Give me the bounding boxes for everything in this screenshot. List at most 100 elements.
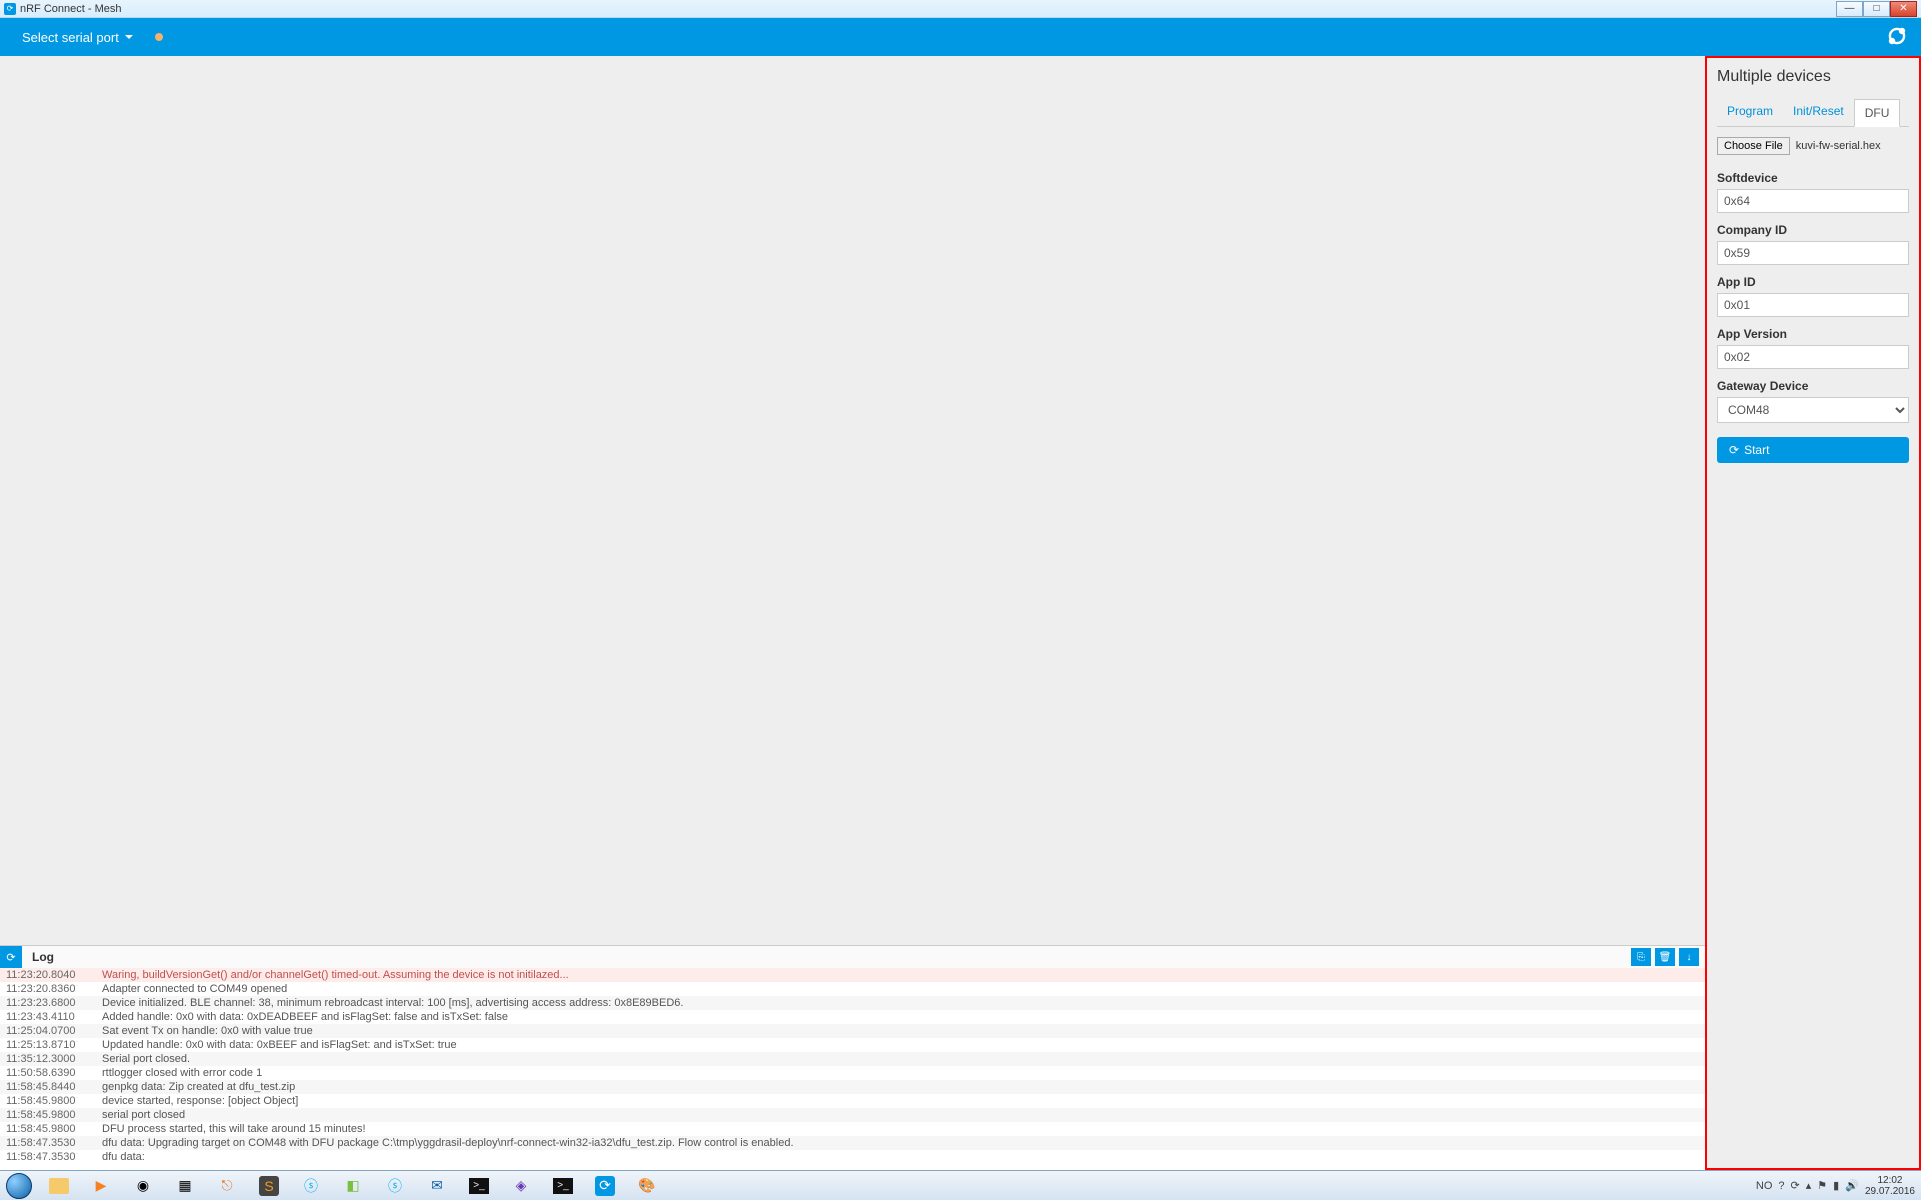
main-canvas[interactable]: [0, 56, 1705, 945]
tab-dfu[interactable]: DFU: [1854, 99, 1901, 127]
taskbar-app-a[interactable]: ⎋: [207, 1172, 247, 1200]
taskbar-terminal-b[interactable]: >_: [543, 1172, 583, 1200]
window-maximize-button[interactable]: □: [1863, 1, 1890, 17]
network-icon[interactable]: ▮: [1833, 1179, 1839, 1192]
taskbar-apps[interactable]: ▦: [165, 1172, 205, 1200]
log-timestamp: 11:50:58.6390: [6, 1067, 102, 1079]
tab-init-reset[interactable]: Init/Reset: [1783, 98, 1854, 126]
window-titlebar: ⟳ nRF Connect - Mesh — □ ✕: [0, 0, 1921, 18]
log-message: genpkg data: Zip created at dfu_test.zip: [102, 1081, 1699, 1093]
log-row: 11:58:47.3530dfu data:: [0, 1150, 1705, 1164]
system-tray: NO ? ⟳ ▴ ⚑ ▮ 🔊 12:02 29.07.2016: [1750, 1171, 1921, 1200]
log-row: 11:23:20.8360Adapter connected to COM49 …: [0, 982, 1705, 996]
log-timestamp: 11:58:45.9800: [6, 1109, 102, 1121]
log-row: 11:35:12.3000Serial port closed.: [0, 1052, 1705, 1066]
log-timestamp: 11:23:20.8360: [6, 983, 102, 995]
log-message: rttlogger closed with error code 1: [102, 1067, 1699, 1079]
taskbar-app-b[interactable]: ◧: [333, 1172, 373, 1200]
taskbar-media-player[interactable]: ▶: [81, 1172, 121, 1200]
flag-icon[interactable]: ⚑: [1817, 1179, 1827, 1192]
log-timestamp: 11:58:45.8440: [6, 1081, 102, 1093]
log-message: DFU process started, this will take arou…: [102, 1123, 1699, 1135]
log-timestamp: 11:23:23.6800: [6, 997, 102, 1009]
app-id-input[interactable]: [1717, 293, 1909, 317]
help-icon[interactable]: ?: [1778, 1180, 1784, 1192]
arrow-down-icon: ↓: [1687, 952, 1692, 963]
app-version-input[interactable]: [1717, 345, 1909, 369]
log-clear-button[interactable]: 🗑: [1655, 948, 1675, 966]
log-scroll-down-button[interactable]: ↓: [1679, 948, 1699, 966]
log-message: Waring, buildVersionGet() and/or channel…: [102, 969, 1699, 981]
taskbar: ▶ ◉ ▦ ⎋ S ⓢ ◧ ⓢ ✉ >_ ◈ >_ ⟳ 🎨 NO ? ⟳ ▴ ⚑…: [0, 1170, 1921, 1200]
chevron-down-icon: [125, 35, 133, 39]
start-button[interactable]: [0, 1171, 38, 1201]
lang-indicator[interactable]: NO: [1756, 1180, 1773, 1192]
taskbar-clock[interactable]: 12:02 29.07.2016: [1865, 1175, 1915, 1197]
trash-icon: 🗑: [1659, 952, 1672, 963]
log-copy-button[interactable]: ⎘: [1631, 948, 1651, 966]
log-timestamp: 11:35:12.3000: [6, 1053, 102, 1065]
taskbar-skype-business[interactable]: ⓢ: [375, 1172, 415, 1200]
log-row: 11:23:23.6800Device initialized. BLE cha…: [0, 996, 1705, 1010]
app-id-label: App ID: [1717, 275, 1909, 289]
right-panel: Multiple devices Program Init/Reset DFU …: [1705, 56, 1921, 1170]
taskbar-explorer[interactable]: [39, 1172, 79, 1200]
volume-icon[interactable]: 🔊: [1845, 1179, 1859, 1192]
window-close-button[interactable]: ✕: [1890, 1, 1917, 17]
paint-icon: 🎨: [636, 1175, 658, 1197]
log-message: device started, response: [object Object…: [102, 1095, 1699, 1107]
start-button-label: Start: [1744, 443, 1769, 457]
window-title: nRF Connect - Mesh: [20, 3, 121, 15]
log-timestamp: 11:58:45.9800: [6, 1095, 102, 1107]
log-row: 11:23:43.4110Added handle: 0x0 with data…: [0, 1010, 1705, 1024]
log-body[interactable]: 11:23:20.8040Waring, buildVersionGet() a…: [0, 968, 1705, 1170]
log-timestamp: 11:25:04.0700: [6, 1025, 102, 1037]
skype-icon: ⓢ: [300, 1175, 322, 1197]
log-row: 11:58:47.3530dfu data: Upgrading target …: [0, 1136, 1705, 1150]
app-header: Select serial port: [0, 18, 1921, 56]
terminal-icon: >_: [469, 1178, 489, 1194]
taskbar-terminal-a[interactable]: >_: [459, 1172, 499, 1200]
company-id-label: Company ID: [1717, 223, 1909, 237]
windows-logo-icon: [6, 1173, 32, 1199]
app-icon: ◧: [342, 1175, 364, 1197]
tab-program[interactable]: Program: [1717, 98, 1783, 126]
log-row: 11:58:45.9800DFU process started, this w…: [0, 1122, 1705, 1136]
log-row: 11:50:58.6390rttlogger closed with error…: [0, 1066, 1705, 1080]
taskbar-skype[interactable]: ⓢ: [291, 1172, 331, 1200]
panel-title: Multiple devices: [1717, 68, 1909, 86]
taskbar-visual-studio[interactable]: ◈: [501, 1172, 541, 1200]
window-minimize-button[interactable]: —: [1836, 1, 1863, 17]
company-id-input[interactable]: [1717, 241, 1909, 265]
serial-port-dropdown[interactable]: Select serial port: [12, 24, 143, 51]
log-row: 11:58:45.9800serial port closed: [0, 1108, 1705, 1122]
copy-icon: ⎘: [1637, 952, 1645, 963]
taskbar-outlook[interactable]: ✉: [417, 1172, 457, 1200]
apps-grid-icon: ▦: [174, 1175, 196, 1197]
sync-icon[interactable]: ⟳: [1791, 1179, 1800, 1192]
log-message: Serial port closed.: [102, 1053, 1699, 1065]
log-timestamp: 11:58:45.9800: [6, 1123, 102, 1135]
chevron-up-icon[interactable]: ▴: [1806, 1179, 1812, 1192]
media-player-icon: ▶: [90, 1175, 112, 1197]
log-message: Added handle: 0x0 with data: 0xDEADBEEF …: [102, 1011, 1699, 1023]
log-refresh-button[interactable]: ⟳: [0, 946, 22, 968]
log-row: 11:58:45.8440genpkg data: Zip created at…: [0, 1080, 1705, 1094]
app-icon: ⎋: [216, 1175, 238, 1197]
log-message: Adapter connected to COM49 opened: [102, 983, 1699, 995]
visual-studio-icon: ◈: [510, 1175, 532, 1197]
log-row: 11:58:45.9800device started, response: […: [0, 1094, 1705, 1108]
taskbar-sublime[interactable]: S: [249, 1172, 289, 1200]
refresh-icon: ⟳: [1729, 443, 1739, 457]
port-status-indicator: [155, 33, 163, 41]
app-icon: ⟳: [4, 3, 16, 15]
gateway-device-select[interactable]: COM48: [1717, 397, 1909, 423]
refresh-icon: ⟳: [6, 951, 15, 964]
softdevice-input[interactable]: [1717, 189, 1909, 213]
taskbar-chrome[interactable]: ◉: [123, 1172, 163, 1200]
choose-file-button[interactable]: Choose File: [1717, 137, 1790, 155]
taskbar-paint[interactable]: 🎨: [627, 1172, 667, 1200]
log-message: dfu data:: [102, 1151, 1699, 1163]
taskbar-nrf-connect[interactable]: ⟳: [585, 1172, 625, 1200]
start-button[interactable]: ⟳ Start: [1717, 437, 1909, 463]
